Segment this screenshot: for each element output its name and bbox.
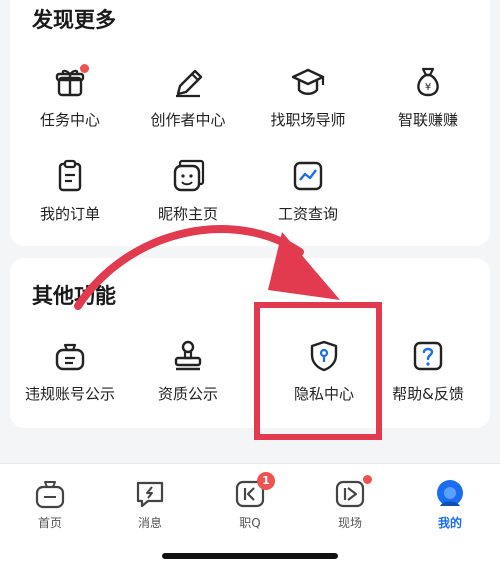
tab-label: 职Q xyxy=(239,516,261,530)
section-title-discover: 发现更多 xyxy=(32,8,116,32)
discover-card: 发现更多 任务中心 创作者中心 找职场导师 ¥ 智联赚赚 我的订单 昵称主页 工… xyxy=(10,0,490,246)
zhiq-icon: 1 xyxy=(233,472,275,510)
discover-label: 智联赚赚 xyxy=(397,111,458,129)
discover-label: 创作者中心 xyxy=(150,111,226,129)
tab-home[interactable]: 首页 xyxy=(0,478,100,531)
tab-live[interactable]: 现场 xyxy=(300,475,400,531)
line-chart-icon xyxy=(290,158,326,194)
profile-avatar-icon xyxy=(433,478,467,510)
money-bag-icon: ¥ xyxy=(410,64,446,100)
graduation-cap-icon xyxy=(290,64,326,100)
notification-badge: 1 xyxy=(257,472,275,490)
annotation-highlight-box xyxy=(254,302,382,440)
tab-label: 消息 xyxy=(137,516,162,530)
home-bag-icon xyxy=(33,478,67,510)
discover-label: 我的订单 xyxy=(39,205,100,223)
discover-label: 昵称主页 xyxy=(157,205,218,223)
tab-mine[interactable]: 我的 xyxy=(400,478,500,531)
stamp-icon xyxy=(170,338,206,374)
other-functions-card: 其他功能 违规账号公示 资质公示 隐私中心 帮助&反馈 xyxy=(10,258,490,428)
home-indicator xyxy=(162,553,338,559)
tab-label: 现场 xyxy=(337,516,362,530)
discover-item-zhilian-earn[interactable]: ¥ 智联赚赚 xyxy=(368,64,488,130)
discover-item-nickname-home[interactable]: 昵称主页 xyxy=(128,158,248,224)
notification-dot xyxy=(363,475,372,484)
tab-zhiq[interactable]: 1 职Q xyxy=(200,472,300,531)
discover-item-my-orders[interactable]: 我的订单 xyxy=(10,158,130,224)
discover-item-task-center[interactable]: 任务中心 xyxy=(10,64,130,130)
tab-label: 首页 xyxy=(37,516,62,530)
tab-messages[interactable]: 消息 xyxy=(100,478,200,531)
discover-label: 任务中心 xyxy=(39,111,100,129)
other-item-violation-notice[interactable]: 违规账号公示 xyxy=(10,338,130,404)
message-icon xyxy=(133,478,167,510)
live-icon xyxy=(333,475,372,510)
discover-item-mentor[interactable]: 找职场导师 xyxy=(248,64,368,130)
question-icon xyxy=(410,338,446,374)
other-label: 帮助&反馈 xyxy=(392,385,464,403)
gift-icon xyxy=(52,64,89,100)
other-item-qualification[interactable]: 资质公示 xyxy=(128,338,248,404)
svg-text:¥: ¥ xyxy=(425,82,431,93)
other-label: 资质公示 xyxy=(157,385,218,403)
discover-item-creator-center[interactable]: 创作者中心 xyxy=(128,64,248,130)
tab-label: 我的 xyxy=(437,516,462,530)
discover-item-salary-query[interactable]: 工资查询 xyxy=(248,158,368,224)
section-title-other: 其他功能 xyxy=(32,284,116,308)
discover-label: 找职场导师 xyxy=(270,111,346,129)
pencil-icon xyxy=(170,64,206,100)
other-item-help-feedback[interactable]: 帮助&反馈 xyxy=(368,338,488,404)
other-label: 违规账号公示 xyxy=(24,385,115,403)
notice-bag-icon xyxy=(52,338,88,374)
notification-dot xyxy=(80,64,89,73)
smiley-card-icon xyxy=(170,158,206,194)
discover-label: 工资查询 xyxy=(277,205,338,223)
clipboard-icon xyxy=(52,158,88,194)
